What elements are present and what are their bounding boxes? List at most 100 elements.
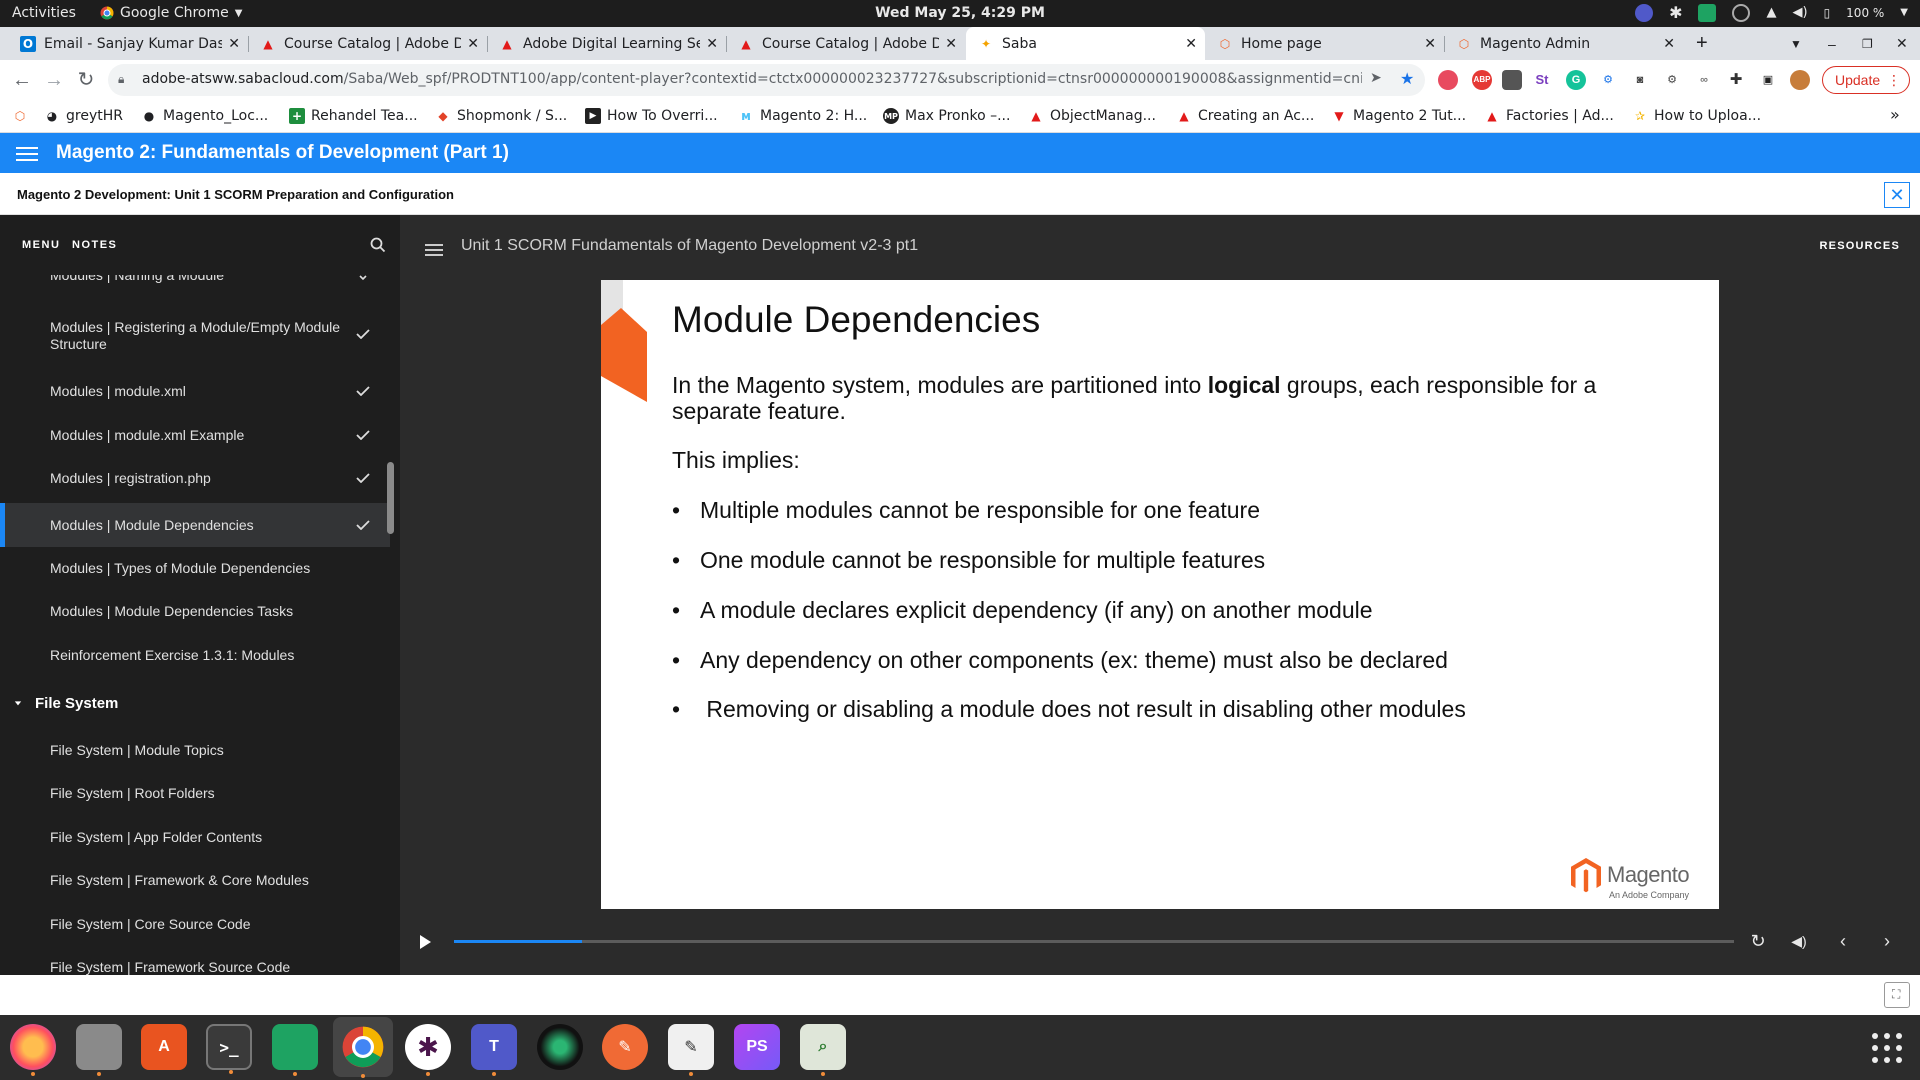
text-editor-icon[interactable]: ✎ bbox=[668, 1024, 714, 1076]
close-tab-icon[interactable]: ✕ bbox=[1663, 36, 1675, 52]
progress-track[interactable] bbox=[454, 940, 1734, 943]
bookmark-factories[interactable]: ▲ Factories | Ad... bbox=[1484, 108, 1613, 124]
teams-icon[interactable]: T bbox=[471, 1024, 517, 1076]
update-button[interactable]: Update ⋮ bbox=[1822, 66, 1910, 94]
bookmark-magento2-tut[interactable]: ▼ Magento 2 Tut... bbox=[1331, 108, 1466, 124]
fullscreen-button[interactable]: ⛶ bbox=[1884, 982, 1910, 1008]
pen-app-icon[interactable]: ✎ bbox=[602, 1024, 648, 1070]
extension-chat-icon[interactable] bbox=[1438, 70, 1458, 90]
tab-course-catalog[interactable]: ▲ Course Catalog | Adobe D ✕ bbox=[248, 27, 487, 60]
bookmark-rehandel[interactable]: + Rehandel Tea... bbox=[289, 108, 418, 124]
list-item[interactable]: Modules | Types of Module Dependencies bbox=[0, 547, 390, 591]
close-tab-icon[interactable]: ✕ bbox=[1185, 36, 1197, 52]
bookmark-max-pronko[interactable]: MP Max Pronko –... bbox=[883, 108, 1010, 124]
show-apps-icon[interactable] bbox=[1872, 1033, 1902, 1063]
teams-tray-icon[interactable] bbox=[1635, 3, 1654, 22]
extensions-puzzle-icon[interactable]: ✚ bbox=[1726, 70, 1746, 90]
list-item[interactable]: Modules | Naming a Module bbox=[0, 275, 390, 289]
list-item[interactable]: Modules | Module Dependencies Tasks bbox=[0, 590, 390, 634]
bookmark-magento[interactable]: ⬡ bbox=[12, 108, 28, 124]
replay-icon[interactable]: ↻ bbox=[1747, 930, 1769, 952]
file-manager-icon[interactable] bbox=[76, 1024, 122, 1076]
tab-notes[interactable]: NOTES bbox=[72, 239, 117, 251]
tab-home-page[interactable]: ⬡ Home page ✕ bbox=[1205, 27, 1444, 60]
volume-icon[interactable]: ◀) bbox=[1788, 930, 1810, 952]
bookmark-creating-an-ac[interactable]: ▲ Creating an Ac... bbox=[1176, 108, 1314, 124]
send-tab-icon[interactable]: ➤ bbox=[1370, 70, 1382, 86]
bookmark-shopmonk[interactable]: ◆ Shopmonk / S... bbox=[435, 108, 567, 124]
tab-saba[interactable]: ✦ Saba ✕ bbox=[966, 27, 1205, 60]
bookmark-star-icon[interactable]: ★ bbox=[1400, 69, 1414, 88]
maximize-icon[interactable]: ❐ bbox=[1862, 27, 1873, 60]
list-item[interactable]: Modules | Registering a Module/Empty Mod… bbox=[0, 319, 390, 359]
minimize-icon[interactable]: – bbox=[1828, 27, 1836, 60]
resources-button[interactable]: RESOURCES bbox=[1820, 240, 1900, 252]
section-file-system[interactable]: File System bbox=[0, 691, 390, 721]
bookmark-how-to-upload[interactable]: ✰ How to Uploa... bbox=[1632, 108, 1761, 124]
list-item[interactable]: Modules | registration.php bbox=[0, 460, 390, 496]
side-panel-icon[interactable]: ▣ bbox=[1758, 70, 1778, 90]
extension-link-icon[interactable]: ∞ bbox=[1694, 70, 1714, 90]
list-item[interactable]: File System | Module Topics bbox=[0, 732, 390, 768]
search-icon[interactable] bbox=[370, 237, 386, 253]
bookmark-how-to-override[interactable]: ▶ How To Overri... bbox=[585, 108, 718, 124]
phpstorm-icon[interactable]: PS bbox=[734, 1024, 780, 1070]
extension-grammarly-icon[interactable]: G bbox=[1566, 70, 1586, 90]
list-item[interactable]: File System | Core Source Code bbox=[0, 906, 390, 942]
list-item[interactable]: File System | Framework & Core Modules bbox=[0, 862, 390, 898]
terminal-icon[interactable]: >_ bbox=[206, 1024, 252, 1074]
chat-app-icon[interactable] bbox=[272, 1024, 318, 1076]
list-item-active[interactable]: Modules | Module Dependencies bbox=[0, 503, 390, 547]
extension-adblock-icon[interactable]: ABP bbox=[1472, 70, 1492, 90]
play-button[interactable] bbox=[420, 935, 431, 949]
next-slide-icon[interactable]: › bbox=[1876, 930, 1898, 952]
list-item[interactable]: File System | App Folder Contents bbox=[0, 819, 390, 855]
camera-icon[interactable] bbox=[537, 1024, 583, 1070]
tab-course-catalog-2[interactable]: ▲ Course Catalog | Adobe D ✕ bbox=[726, 27, 965, 60]
close-tab-icon[interactable]: ✕ bbox=[706, 36, 718, 52]
previous-slide-icon[interactable]: ‹ bbox=[1832, 930, 1854, 952]
extension-cog-icon[interactable]: ⚙ bbox=[1662, 70, 1682, 90]
bookmark-greythr[interactable]: ◕ greytHR bbox=[44, 108, 123, 124]
extension-gear-icon[interactable]: ⚙ bbox=[1598, 70, 1618, 90]
tab-search-icon[interactable]: ▼ bbox=[1790, 27, 1802, 60]
lesson-menu-icon[interactable] bbox=[425, 241, 443, 259]
address-bar[interactable]: 🔒︎ adobe-atsww.sabacloud.com/Saba/Web_sp… bbox=[108, 64, 1425, 96]
list-item[interactable]: Modules | module.xml bbox=[0, 373, 390, 409]
list-item[interactable]: Reinforcement Exercise 1.3.1: Modules bbox=[0, 634, 390, 678]
close-tab-icon[interactable]: ✕ bbox=[945, 36, 957, 52]
system-tray[interactable]: ✱ ▲ ◀) ▯ 100 % ▼ bbox=[1635, 3, 1908, 22]
bookmark-magento2-h[interactable]: ᴍ Magento 2: H... bbox=[738, 108, 867, 124]
profile-avatar[interactable] bbox=[1790, 70, 1810, 90]
chrome-dock-icon[interactable] bbox=[333, 1017, 393, 1078]
bookmarks-overflow-button[interactable]: » bbox=[1890, 105, 1900, 124]
close-player-button[interactable]: ✕ bbox=[1884, 182, 1910, 208]
extension-st-icon[interactable]: St bbox=[1532, 70, 1552, 90]
hamburger-menu-icon[interactable] bbox=[16, 143, 38, 163]
extension-square-icon[interactable]: ◙ bbox=[1630, 70, 1650, 90]
tab-email[interactable]: O Email - Sanjay Kumar Das ✕ bbox=[8, 27, 248, 60]
vpn-tray-icon[interactable] bbox=[1732, 3, 1751, 22]
slack-icon[interactable]: ✱ bbox=[405, 1024, 451, 1076]
lock-icon[interactable]: 🔒︎ bbox=[118, 72, 132, 86]
list-item[interactable]: File System | Root Folders bbox=[0, 776, 390, 812]
extension-calendar-icon[interactable] bbox=[1502, 70, 1522, 90]
clock[interactable]: Wed May 25, 4:29 PM bbox=[0, 5, 1920, 21]
forward-icon[interactable]: → bbox=[42, 68, 66, 92]
tab-magento-admin[interactable]: ⬡ Magento Admin ✕ bbox=[1444, 27, 1683, 60]
sidebar-scrollbar[interactable] bbox=[387, 462, 394, 534]
close-tab-icon[interactable]: ✕ bbox=[1424, 36, 1436, 52]
bookmark-magento-loc[interactable]: ● Magento_Loc... bbox=[141, 108, 269, 124]
close-window-icon[interactable]: ✕ bbox=[1896, 27, 1908, 60]
system-monitor-icon[interactable]: ⌕ bbox=[800, 1024, 846, 1076]
new-tab-button[interactable]: + bbox=[1696, 27, 1708, 60]
back-icon[interactable]: ← bbox=[10, 68, 34, 92]
slack-tray-icon[interactable]: ✱ bbox=[1669, 3, 1682, 22]
tab-menu[interactable]: MENU bbox=[22, 239, 60, 251]
list-item[interactable]: File System | Framework Source Code bbox=[0, 949, 390, 975]
tab-adobe-digital-learning[interactable]: ▲ Adobe Digital Learning Se ✕ bbox=[487, 27, 726, 60]
bookmark-objectmanager[interactable]: ▲ ObjectManag... bbox=[1028, 108, 1156, 124]
chat-tray-icon[interactable] bbox=[1698, 3, 1717, 22]
reload-icon[interactable]: ↻ bbox=[74, 68, 98, 92]
close-tab-icon[interactable]: ✕ bbox=[467, 36, 479, 52]
